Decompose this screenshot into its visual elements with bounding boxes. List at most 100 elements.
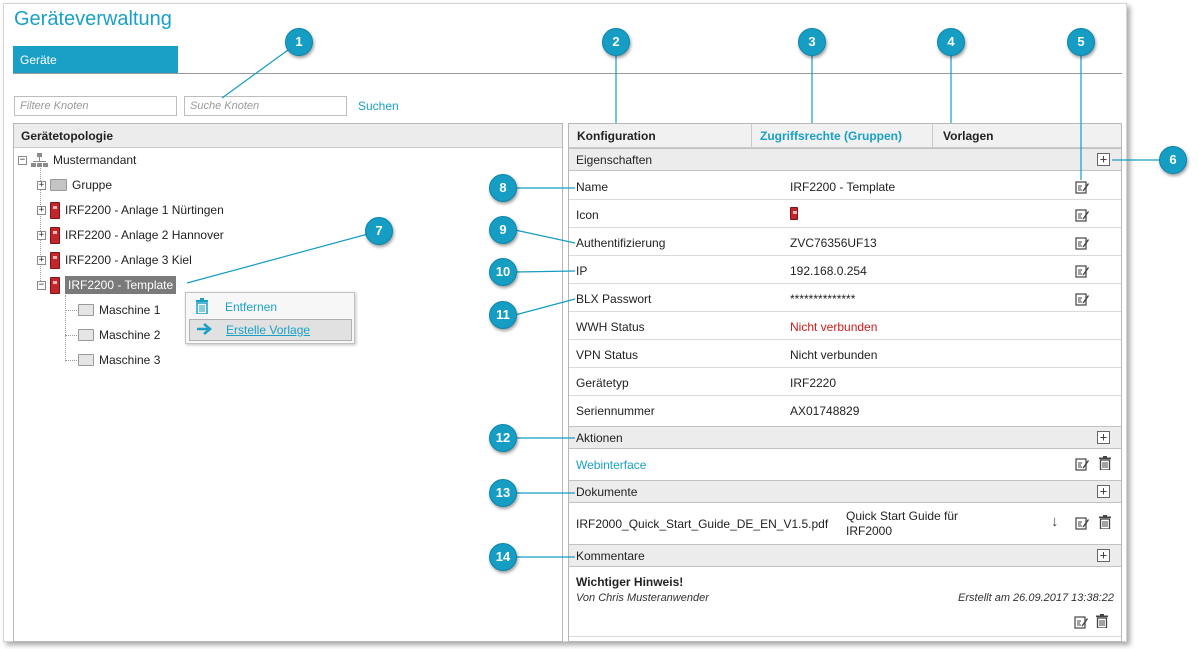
tree-node-label: IRF2200 - Anlage 3 Kiel: [65, 253, 192, 267]
prop-label: VPN Status: [576, 348, 639, 362]
prop-row-vpn: VPN Status Nicht verbunden: [569, 340, 1121, 368]
ctx-create-template-label: Erstelle Vorlage: [226, 323, 311, 337]
prop-row-ip: IP 192.168.0.254: [569, 256, 1121, 284]
comment-date: Erstellt am 26.09.2017 13:38:22: [958, 592, 1114, 604]
device-icon: [50, 251, 60, 269]
webinterface-link[interactable]: Webinterface: [576, 458, 646, 472]
callout-badge: 5: [1067, 28, 1095, 56]
callout-badge: 7: [365, 217, 393, 245]
comment-title: Wichtiger Hinweis!: [576, 575, 684, 589]
prop-row-serial: Seriennummer AX01748829: [569, 396, 1121, 424]
topology-header: Gerätetopologie: [14, 124, 562, 148]
tree-node-anlage-2[interactable]: + IRF2200 - Anlage 2 Hannover: [37, 225, 224, 245]
machine-icon: [78, 304, 94, 316]
ctx-create-template[interactable]: Erstelle Vorlage: [189, 319, 352, 341]
prop-row-name: Name IRF2200 - Template: [569, 172, 1121, 200]
callout-badge: 9: [489, 216, 517, 244]
edit-icon[interactable]: [1075, 180, 1089, 194]
prop-value: **************: [790, 292, 856, 306]
callout-badge: 1: [285, 28, 313, 56]
tab-zugriffsrechte[interactable]: Zugriffsrechte (Gruppen): [751, 124, 933, 147]
expand-icon[interactable]: +: [37, 205, 46, 215]
add-action-button[interactable]: +: [1097, 431, 1110, 444]
callout-badge: 4: [937, 28, 965, 56]
network-icon: [31, 152, 48, 168]
callout-badge: 6: [1159, 146, 1187, 174]
device-icon: [50, 201, 60, 219]
add-property-button[interactable]: +: [1097, 153, 1110, 166]
add-comment-button[interactable]: +: [1097, 549, 1110, 562]
edit-icon[interactable]: [1075, 457, 1089, 471]
tree-node-maschine-3[interactable]: Maschine 3: [78, 350, 160, 370]
device-icon: [50, 226, 60, 244]
download-icon[interactable]: ↓: [1051, 513, 1059, 530]
prop-row-type: Gerätetyp IRF2220: [569, 368, 1121, 396]
tree-connector: [65, 335, 77, 336]
section-title: Aktionen: [576, 431, 623, 445]
prop-label: WWH Status: [576, 320, 645, 334]
callout-badge: 10: [489, 258, 517, 286]
edit-icon[interactable]: [1075, 236, 1089, 250]
prop-value: ZVC76356UF13: [790, 236, 877, 250]
expand-icon[interactable]: +: [37, 230, 46, 240]
collapse-icon[interactable]: −: [37, 280, 46, 290]
tree-node-template[interactable]: − IRF2200 - Template: [37, 275, 177, 295]
tree-node-label: IRF2200 - Anlage 1 Nürtingen: [65, 203, 224, 217]
tree-node-maschine-1[interactable]: Maschine 1: [78, 300, 160, 320]
prop-label: Name: [576, 180, 609, 194]
comment-author: Von Chris Musteranwender: [576, 592, 709, 604]
expand-icon[interactable]: +: [37, 180, 46, 190]
search-button[interactable]: Suchen: [358, 99, 399, 113]
section-eigenschaften: Eigenschaften +: [569, 148, 1121, 171]
edit-icon[interactable]: [1075, 208, 1089, 222]
prop-value-icon: [790, 207, 798, 223]
trash-icon[interactable]: [1096, 614, 1108, 628]
tree-node-maschine-2[interactable]: Maschine 2: [78, 325, 160, 345]
machine-icon: [78, 354, 94, 366]
callout-badge: 8: [489, 174, 517, 202]
expand-icon[interactable]: +: [37, 255, 46, 265]
tree-node-anlage-1[interactable]: + IRF2200 - Anlage 1 Nürtingen: [37, 200, 224, 220]
tree-node-label: Gruppe: [72, 178, 113, 192]
callout-badge: 13: [489, 479, 517, 507]
prop-row-auth: Authentifizierung ZVC76356UF13: [569, 228, 1121, 256]
tree-node-label: Maschine 3: [99, 353, 161, 367]
document-filename[interactable]: IRF2000_Quick_Start_Guide_DE_EN_V1.5.pdf: [576, 517, 828, 531]
ctx-remove[interactable]: Entfernen: [189, 296, 352, 318]
prop-label: Gerätetyp: [576, 376, 629, 390]
arrow-right-icon: [196, 322, 214, 339]
tab-konfiguration[interactable]: Konfiguration: [569, 124, 751, 147]
search-nodes-input[interactable]: [184, 96, 347, 116]
edit-icon[interactable]: [1074, 615, 1088, 629]
edit-icon[interactable]: [1075, 292, 1089, 306]
trash-icon[interactable]: [1099, 456, 1111, 470]
filter-nodes-input[interactable]: [14, 96, 177, 116]
prop-row-blx: BLX Passwort **************: [569, 284, 1121, 312]
edit-icon[interactable]: [1075, 264, 1089, 278]
detail-panel: Konfiguration Zugriffsrechte (Gruppen) V…: [568, 123, 1122, 642]
tree-root[interactable]: − Mustermandant: [18, 150, 136, 170]
machine-icon: [78, 329, 94, 341]
tab-vorlagen[interactable]: Vorlagen: [935, 124, 1115, 147]
prop-label: Authentifizierung: [576, 236, 666, 250]
detail-tabs: Konfiguration Zugriffsrechte (Gruppen) V…: [569, 124, 1121, 148]
tab-geraete[interactable]: Geräte: [13, 46, 178, 73]
tree-node-anlage-3[interactable]: + IRF2200 - Anlage 3 Kiel: [37, 250, 192, 270]
tree-root-label: Mustermandant: [53, 153, 137, 167]
divider: [569, 636, 1121, 637]
status-value: Nicht verbunden: [790, 348, 878, 362]
add-document-button[interactable]: +: [1097, 485, 1110, 498]
collapse-icon[interactable]: −: [18, 155, 27, 165]
tab-divider: [13, 73, 1122, 74]
callout-badge: 12: [489, 424, 517, 452]
prop-value: 192.168.0.254: [790, 264, 867, 278]
tree-node-label: Maschine 1: [99, 303, 161, 317]
edit-icon[interactable]: [1075, 516, 1089, 530]
section-title: Eigenschaften: [576, 153, 653, 167]
trash-icon: [195, 297, 213, 317]
trash-icon[interactable]: [1099, 515, 1111, 529]
tree-node-gruppe[interactable]: + Gruppe: [37, 175, 112, 195]
tree-connector: [65, 310, 77, 311]
device-icon: [50, 276, 60, 294]
section-kommentare: Kommentare +: [569, 544, 1121, 567]
